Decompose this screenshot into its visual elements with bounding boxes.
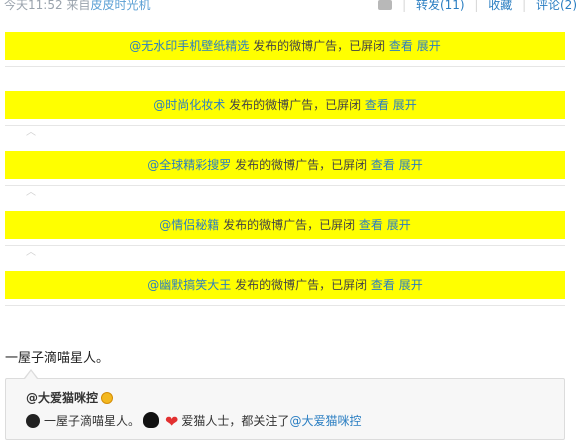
divider <box>5 305 565 306</box>
divider: | <box>522 0 527 12</box>
blocked-ad-banner: @全球精彩搜罗 发布的微博广告，已屏闭 查看 展开 <box>5 151 565 179</box>
blocked-ad-banner: @时尚化妆术 发布的微博广告，已屏闭 查看 展开 <box>5 91 565 119</box>
view-link[interactable]: 查看 <box>359 218 383 232</box>
blocked-ad-banner: @幽默搞笑大王 发布的微博广告，已屏闭 查看 展开 <box>5 271 565 299</box>
favorite-button[interactable]: 收藏 <box>488 0 512 12</box>
blocked-ad-banner: @无水印手机壁纸精选 发布的微博广告，已屏闭 查看 展开 <box>5 32 565 60</box>
comment-button[interactable]: 评论(2) <box>536 0 577 12</box>
view-link[interactable]: 查看 <box>371 158 395 172</box>
vip-crown-icon <box>101 392 114 404</box>
blocked-ad-banner: @情侣秘籍 发布的微博广告，已屏闭 查看 展开 <box>5 211 565 239</box>
expand-link[interactable]: 展开 <box>399 158 423 172</box>
quoted-author-link[interactable]: @大爱猫咪控 <box>26 391 98 405</box>
ad-blocked-text: 发布的微博广告，已屏闭 <box>231 158 371 172</box>
divider <box>5 125 565 126</box>
source-prefix: 来自 <box>66 0 91 12</box>
heart-icon: ❤ <box>165 412 179 431</box>
ad-blocked-text: 发布的微博广告，已屏闭 <box>249 39 389 53</box>
view-link[interactable]: 查看 <box>365 98 389 112</box>
post-header: 今天11:52 来自皮皮时光机 | 转发(11) | 收藏 | 评论(2) <box>0 0 583 14</box>
divider: | <box>474 0 479 12</box>
ad-blocked-text: 发布的微博广告，已屏闭 <box>231 278 371 292</box>
expand-link[interactable]: 展开 <box>417 39 441 53</box>
quoted-text: 一屋子滴喵星人。 ❤ 爱猫人士，都关注了@大爱猫咪控 <box>26 412 361 431</box>
speaker-icon[interactable] <box>378 0 393 10</box>
source-link[interactable]: 皮皮时光机 <box>90 0 150 12</box>
divider: | <box>402 0 407 12</box>
expand-link[interactable]: 展开 <box>387 218 411 232</box>
expand-link[interactable]: 展开 <box>393 98 417 112</box>
ad-user-link[interactable]: @无水印手机壁纸精选 <box>129 39 249 53</box>
ad-user-link[interactable]: @全球精彩搜罗 <box>147 158 231 172</box>
expand-link[interactable]: 展开 <box>399 278 423 292</box>
view-link[interactable]: 查看 <box>371 278 395 292</box>
repost-button[interactable]: 转发(11) <box>416 0 465 12</box>
post-meta: 今天11:52 来自皮皮时光机 <box>4 0 150 13</box>
ad-user-link[interactable]: @情侣秘籍 <box>159 218 219 232</box>
divider <box>5 185 565 186</box>
divider <box>5 245 565 246</box>
quote-pointer-fill <box>25 371 37 379</box>
post-text: 一屋子滴喵星人。 <box>5 351 110 366</box>
ad-blocked-text: 发布的微博广告，已屏闭 <box>219 218 359 232</box>
caret-up-icon: ︿ <box>26 127 36 138</box>
ad-user-link[interactable]: @时尚化妆术 <box>153 98 225 112</box>
ad-blocked-text: 发布的微博广告，已屏闭 <box>225 98 365 112</box>
quoted-author: @大爱猫咪控 <box>26 389 114 406</box>
divider <box>5 66 565 67</box>
caret-up-icon: ︿ <box>26 187 36 198</box>
caret-up-icon: ︿ <box>26 247 36 258</box>
view-link[interactable]: 查看 <box>389 39 413 53</box>
post-actions: | 转发(11) | 收藏 | 评论(2) <box>378 0 583 13</box>
post-time[interactable]: 今天11:52 <box>4 0 63 12</box>
quoted-post: @大爱猫咪控 一屋子滴喵星人。 ❤ 爱猫人士，都关注了@大爱猫咪控 <box>5 378 565 440</box>
ad-user-link[interactable]: @幽默搞笑大王 <box>147 278 231 292</box>
